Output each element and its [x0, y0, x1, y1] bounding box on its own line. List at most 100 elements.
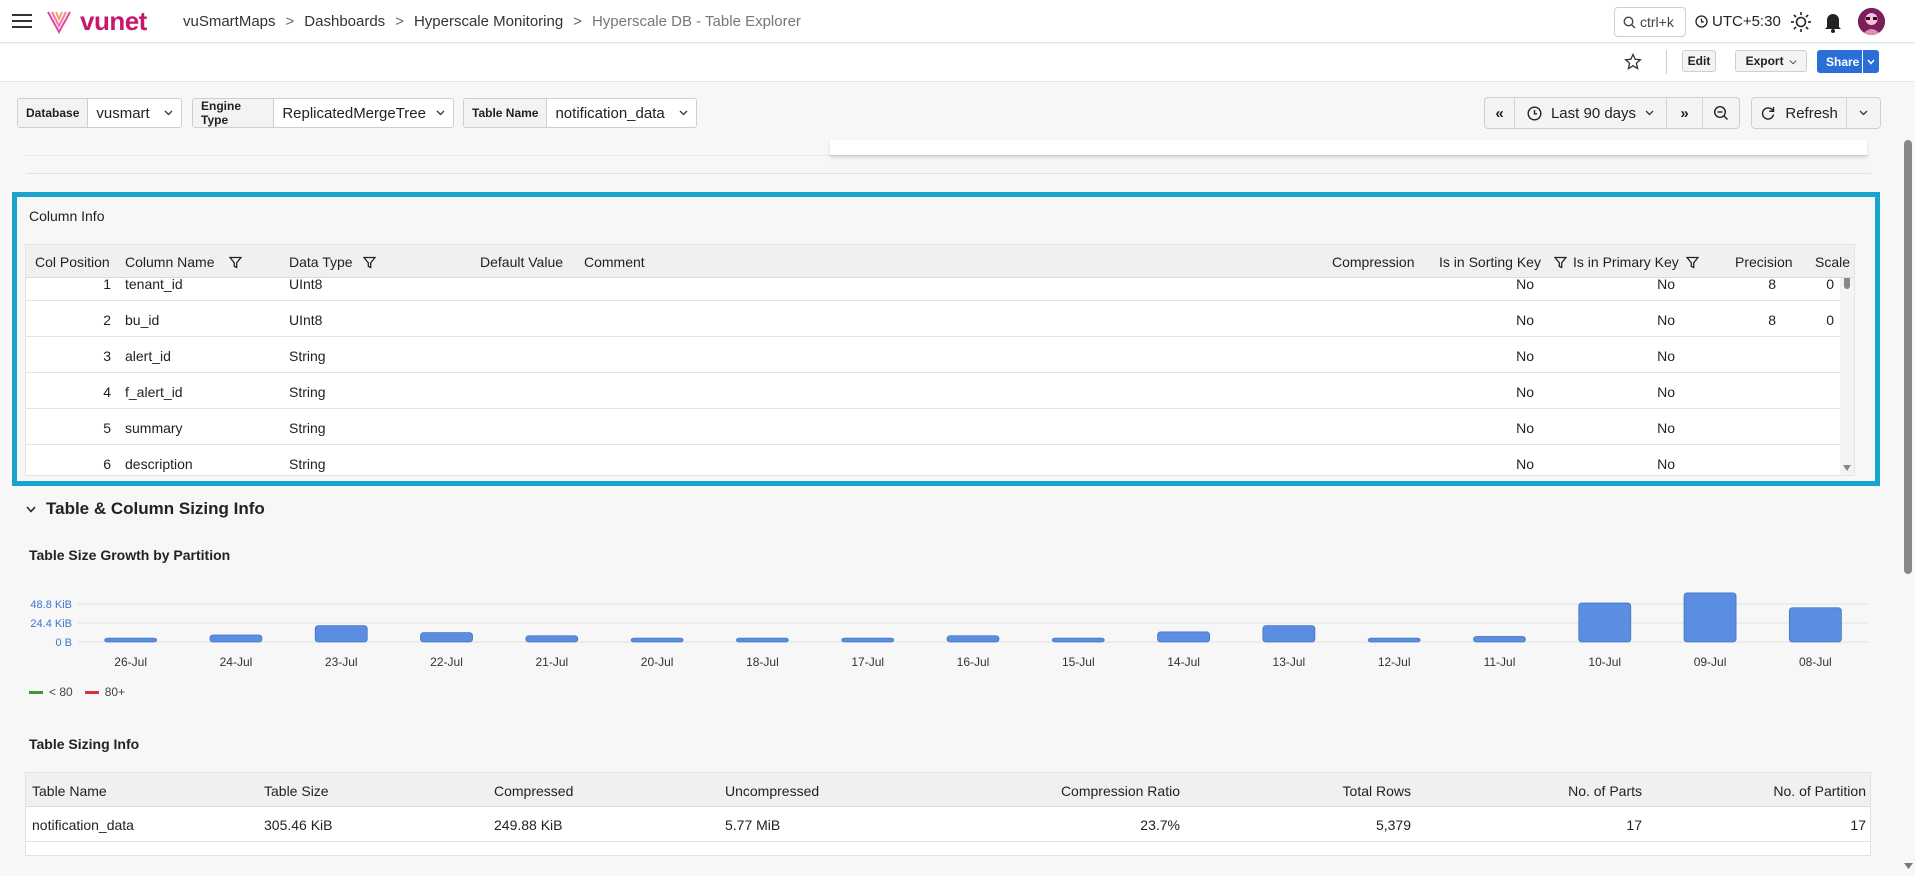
share-options-dropdown[interactable] — [1862, 50, 1879, 73]
sizing-header-compressed[interactable]: Compressed — [494, 783, 573, 799]
x-tick-label: 11-Jul — [1484, 655, 1516, 669]
breadcrumb-hyperscale-monitoring[interactable]: Hyperscale Monitoring — [414, 13, 563, 30]
page-scrollbar[interactable] — [1901, 134, 1915, 876]
table-row: 4 f_alert_id String No No — [26, 373, 1854, 409]
cell-col-position: 4 — [103, 384, 111, 400]
sizing-header-total-rows[interactable]: Total Rows — [1343, 783, 1411, 799]
hamburger-menu-icon[interactable] — [12, 14, 32, 28]
breadcrumb-current-page: Hyperscale DB - Table Explorer — [591, 13, 801, 30]
time-range-control: « Last 90 days » — [1484, 97, 1740, 129]
cell-sorting-key: No — [1516, 348, 1534, 364]
bar — [1367, 637, 1421, 643]
chevron-down-icon — [1867, 59, 1875, 65]
col-header-primary-key[interactable]: Is in Primary Key — [1573, 254, 1679, 270]
cell-column-name: tenant_id — [125, 276, 183, 292]
bar — [841, 637, 895, 643]
sizing-header-partitions[interactable]: No. of Partition — [1773, 783, 1866, 799]
time-shift-forward-button[interactable]: » — [1667, 98, 1703, 128]
filter-funnel-icon[interactable] — [1686, 256, 1699, 269]
chevron-down-icon — [1645, 110, 1654, 116]
user-avatar[interactable] — [1858, 8, 1885, 35]
share-button[interactable]: Share — [1817, 50, 1879, 73]
table-name-filter[interactable]: Table Name notification_data — [463, 98, 697, 128]
breadcrumb-separator: > — [285, 13, 295, 30]
col-header-comment[interactable]: Comment — [584, 254, 645, 270]
theme-toggle-sun-icon[interactable] — [1790, 11, 1812, 33]
col-header-data-type[interactable]: Data Type — [289, 254, 353, 270]
x-tick-label: 22-Jul — [430, 655, 463, 669]
cell-sorting-key: No — [1516, 456, 1534, 472]
col-header-sorting-key[interactable]: Is in Sorting Key — [1439, 254, 1541, 270]
col-header-compression[interactable]: Compression — [1332, 254, 1414, 270]
table-row: 6 description String No No — [26, 445, 1854, 475]
refresh-control: Refresh — [1751, 97, 1881, 129]
sizing-header-uncompressed[interactable]: Uncompressed — [725, 783, 819, 799]
sizing-header-table-size[interactable]: Table Size — [264, 783, 329, 799]
refresh-button[interactable]: Refresh — [1752, 98, 1848, 128]
sizing-section-title: Table & Column Sizing Info — [46, 499, 265, 518]
bar — [525, 635, 579, 643]
col-header-scale[interactable]: Scale — [1815, 254, 1850, 270]
table-sizing-header-row: Table Name Table Size Compressed Uncompr… — [26, 773, 1870, 807]
breadcrumb-vusmartmaps[interactable]: vuSmartMaps — [183, 13, 276, 30]
filter-funnel-icon[interactable] — [1554, 256, 1567, 269]
bar — [1262, 625, 1316, 643]
column-info-scrollbar[interactable] — [1840, 245, 1854, 475]
table-name-filter-value: notification_data — [555, 104, 665, 122]
bar — [209, 634, 263, 643]
timezone-selector[interactable]: UTC+5:30 — [1695, 13, 1781, 30]
col-header-column-name[interactable]: Column Name — [125, 254, 214, 270]
zoom-out-button[interactable] — [1703, 98, 1739, 128]
chevron-down-icon — [164, 110, 173, 116]
cell-data-type: String — [289, 456, 326, 472]
bar — [1157, 631, 1210, 643]
legend-label: 80+ — [104, 685, 126, 699]
edit-button[interactable]: Edit — [1682, 50, 1716, 72]
col-header-position[interactable]: Col Position — [35, 254, 110, 270]
legend-item-80-plus[interactable]: 80+ — [84, 685, 126, 699]
refresh-interval-dropdown[interactable] — [1847, 98, 1880, 128]
filter-funnel-icon[interactable] — [229, 256, 242, 269]
export-button[interactable]: Export ⌵ — [1735, 50, 1807, 72]
clock-icon — [1695, 15, 1708, 28]
col-header-default-value[interactable]: Default Value — [480, 254, 563, 270]
sizing-header-table-name[interactable]: Table Name — [32, 783, 107, 799]
time-range-picker[interactable]: Last 90 days — [1515, 98, 1667, 128]
scroll-down-arrow-icon[interactable] — [1843, 465, 1851, 471]
global-search-button[interactable]: ctrl+k — [1614, 7, 1686, 37]
cell-column-name: description — [125, 456, 193, 472]
table-row: 3 alert_id String No No — [26, 337, 1854, 373]
panel-popup-edge — [830, 140, 1867, 156]
vunet-logo[interactable]: vunet — [46, 7, 147, 35]
breadcrumb-dashboards[interactable]: Dashboards — [304, 13, 385, 30]
sizing-section-header[interactable]: Table & Column Sizing Info — [26, 499, 265, 519]
filter-funnel-icon[interactable] — [363, 256, 376, 269]
cell-primary-key: No — [1657, 312, 1675, 328]
favorite-star-icon[interactable] — [1624, 53, 1642, 71]
time-shift-back-button[interactable]: « — [1485, 98, 1515, 128]
x-tick-label: 09-Jul — [1694, 655, 1727, 669]
column-info-title: Column Info — [29, 208, 105, 224]
cell-col-position: 2 — [103, 312, 111, 328]
engine-type-filter-value: ReplicatedMergeTree — [282, 104, 426, 122]
share-button-label: Share — [1826, 54, 1860, 69]
cell-sorting-key: No — [1516, 420, 1534, 436]
table-name-filter-label: Table Name — [464, 99, 548, 127]
engine-type-filter[interactable]: Engine Type ReplicatedMergeTree — [192, 98, 454, 128]
sizing-header-compression-ratio[interactable]: Compression Ratio — [1061, 783, 1180, 799]
sizing-header-parts[interactable]: No. of Parts — [1568, 783, 1642, 799]
scroll-down-arrow-icon[interactable] — [1904, 863, 1913, 869]
x-tick-label: 24-Jul — [220, 655, 253, 669]
cell-primary-key: No — [1657, 276, 1675, 292]
page-scrollbar-thumb[interactable] — [1904, 140, 1912, 574]
previous-panel-remnant — [26, 140, 1871, 174]
database-filter[interactable]: Database vusmart — [17, 98, 182, 128]
cell-column-name: f_alert_id — [125, 384, 183, 400]
notifications-bell-icon[interactable] — [1823, 11, 1843, 33]
x-tick-label: 26-Jul — [114, 655, 147, 669]
cell-primary-key: No — [1657, 420, 1675, 436]
legend-item-below-80[interactable]: < 80 — [29, 685, 73, 699]
chevron-down-icon: ⌵ — [1789, 55, 1797, 66]
refresh-label: Refresh — [1785, 104, 1838, 122]
col-header-precision[interactable]: Precision — [1735, 254, 1793, 270]
